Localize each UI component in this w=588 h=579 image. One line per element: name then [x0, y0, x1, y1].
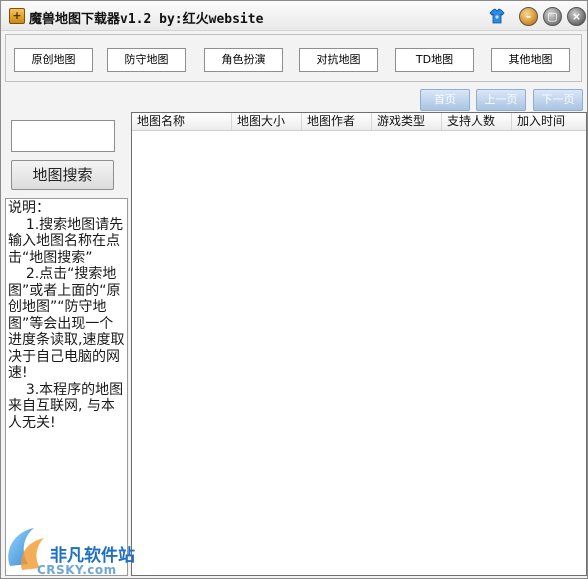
category-group: 原创地图 防守地图 角色扮演 对抗地图 TD地图 其他地图 — [5, 34, 582, 82]
category-td-button[interactable]: TD地图 — [395, 48, 474, 72]
map-list[interactable]: 地图名称 地图大小 地图作者 游戏类型 支持人数 加入时间 — [131, 112, 587, 576]
search-input[interactable] — [11, 120, 115, 152]
column-header-size[interactable]: 地图大小 — [232, 113, 302, 130]
app-icon: + — [9, 8, 25, 24]
first-page-button[interactable]: 首页 — [420, 89, 470, 111]
watermark-url: CRSKY.com — [37, 563, 117, 577]
column-header-author[interactable]: 地图作者 — [302, 113, 372, 130]
next-page-button[interactable]: 下一页 — [533, 89, 583, 111]
maximize-button[interactable]: ▢ — [543, 7, 562, 26]
category-original-button[interactable]: 原创地图 — [14, 48, 93, 72]
category-defense-button[interactable]: 防守地图 — [107, 48, 186, 72]
prev-page-button[interactable]: 上一页 — [476, 89, 526, 111]
close-icon: × — [571, 10, 582, 23]
map-search-button[interactable]: 地图搜索 — [11, 160, 114, 190]
column-header-players[interactable]: 支持人数 — [442, 113, 512, 130]
column-header-added[interactable]: 加入时间 — [512, 113, 586, 130]
column-header-type[interactable]: 游戏类型 — [372, 113, 442, 130]
minimize-icon: – — [525, 10, 532, 23]
title-bar[interactable]: + 魔兽地图下载器v1.2 by:红火website – ▢ × — [1, 1, 587, 31]
category-versus-button[interactable]: 对抗地图 — [299, 48, 378, 72]
list-header: 地图名称 地图大小 地图作者 游戏类型 支持人数 加入时间 — [132, 113, 586, 131]
column-header-name[interactable]: 地图名称 — [132, 113, 232, 130]
maximize-icon: ▢ — [547, 10, 558, 23]
category-rpg-button[interactable]: 角色扮演 — [204, 48, 283, 72]
close-button[interactable]: × — [567, 7, 586, 26]
window-title: 魔兽地图下载器v1.2 by:红火website — [29, 12, 264, 27]
app-window: + 魔兽地图下载器v1.2 by:红火website – ▢ × 原创地图 防守… — [0, 0, 588, 579]
category-other-button[interactable]: 其他地图 — [491, 48, 570, 72]
instructions-text: 说明： 1.搜索地图请先输入地图名称在点击“地图搜索” 2.点击“搜索地图”或者… — [8, 200, 125, 431]
minimize-button[interactable]: – — [519, 7, 538, 26]
skin-shirt-icon[interactable] — [489, 8, 505, 24]
